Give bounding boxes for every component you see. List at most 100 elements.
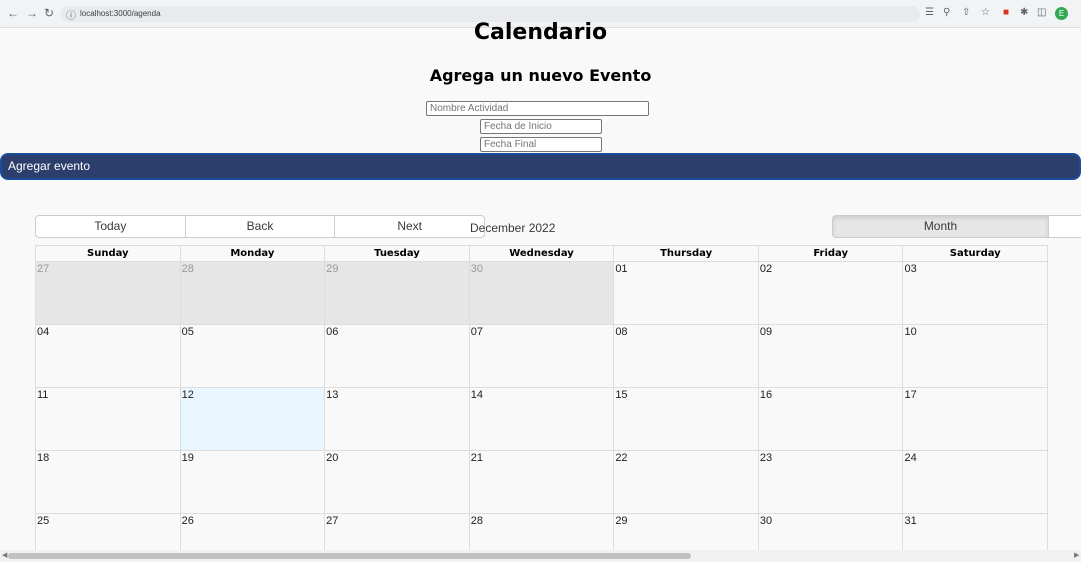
day-cell[interactable]: 21 xyxy=(468,451,614,513)
day-number[interactable]: 29 xyxy=(615,515,627,527)
day-cell[interactable]: 19 xyxy=(179,451,325,513)
day-cell[interactable]: 22 xyxy=(613,451,758,513)
day-cell[interactable]: 20 xyxy=(324,451,469,513)
day-number[interactable]: 16 xyxy=(760,389,772,401)
extension-icon[interactable]: ■ xyxy=(1003,6,1009,20)
day-number[interactable]: 09 xyxy=(760,326,772,338)
day-number[interactable]: 28 xyxy=(471,515,483,527)
translate-icon[interactable]: ☰ xyxy=(925,6,934,20)
day-cell[interactable]: 08 xyxy=(613,325,758,387)
scroll-left-icon[interactable]: ◀ xyxy=(2,551,7,559)
calendar-nav-group: Today Back Next xyxy=(35,215,485,238)
day-cell[interactable]: 23 xyxy=(757,451,903,513)
day-cell[interactable]: 10 xyxy=(902,325,1047,387)
day-cell[interactable]: 18 xyxy=(36,451,180,513)
start-date-input[interactable] xyxy=(480,119,602,134)
bookmark-star-icon[interactable]: ☆ xyxy=(981,6,990,20)
day-cell-today[interactable]: 12 xyxy=(179,388,325,450)
day-cell[interactable]: 29 xyxy=(613,514,758,555)
day-number[interactable]: 30 xyxy=(471,263,483,275)
day-number[interactable]: 30 xyxy=(760,515,772,527)
day-cell[interactable]: 29 xyxy=(324,262,469,324)
scrollbar-thumb[interactable] xyxy=(8,553,691,559)
day-cell[interactable]: 28 xyxy=(468,514,614,555)
day-number[interactable]: 03 xyxy=(904,263,916,275)
share-icon[interactable]: ⇧ xyxy=(962,6,970,20)
forward-arrow-icon[interactable]: → xyxy=(26,6,38,20)
next-button[interactable]: Next xyxy=(335,216,484,237)
day-cell[interactable]: 30 xyxy=(468,262,614,324)
week-row: 27 28 29 30 01 02 03 xyxy=(36,262,1047,325)
day-cell[interactable]: 17 xyxy=(902,388,1047,450)
day-number[interactable]: 26 xyxy=(182,515,194,527)
day-number[interactable]: 18 xyxy=(37,452,49,464)
day-cell[interactable]: 24 xyxy=(902,451,1047,513)
month-view-button[interactable]: Month xyxy=(833,216,1049,237)
day-cell[interactable]: 28 xyxy=(179,262,325,324)
day-number[interactable]: 10 xyxy=(904,326,916,338)
day-number[interactable]: 14 xyxy=(471,389,483,401)
add-event-button[interactable]: Agregar evento xyxy=(0,153,1081,180)
day-number[interactable]: 27 xyxy=(326,515,338,527)
day-cell[interactable]: 31 xyxy=(902,514,1047,555)
day-cell[interactable]: 27 xyxy=(324,514,469,555)
day-cell[interactable]: 25 xyxy=(36,514,180,555)
day-cell[interactable]: 04 xyxy=(36,325,180,387)
day-number[interactable]: 13 xyxy=(326,389,338,401)
day-number[interactable]: 21 xyxy=(471,452,483,464)
day-cell[interactable]: 01 xyxy=(613,262,758,324)
profile-avatar[interactable]: E xyxy=(1055,7,1068,20)
day-number[interactable]: 02 xyxy=(760,263,772,275)
day-number[interactable]: 23 xyxy=(760,452,772,464)
back-button[interactable]: Back xyxy=(186,216,336,237)
day-number[interactable]: 22 xyxy=(615,452,627,464)
day-cell[interactable]: 03 xyxy=(902,262,1047,324)
week-row: 18 19 20 21 22 23 24 xyxy=(36,451,1047,514)
day-number[interactable]: 11 xyxy=(37,389,48,401)
day-number[interactable]: 28 xyxy=(182,263,194,275)
day-cell[interactable]: 02 xyxy=(757,262,903,324)
day-number[interactable]: 12 xyxy=(182,389,194,401)
day-number[interactable]: 04 xyxy=(37,326,49,338)
day-number[interactable]: 08 xyxy=(615,326,627,338)
day-cell[interactable]: 27 xyxy=(36,262,180,324)
day-number[interactable]: 01 xyxy=(615,263,627,275)
today-button[interactable]: Today xyxy=(36,216,186,237)
day-number[interactable]: 20 xyxy=(326,452,338,464)
end-date-input[interactable] xyxy=(480,137,602,152)
day-cell[interactable]: 11 xyxy=(36,388,180,450)
day-cell[interactable]: 26 xyxy=(179,514,325,555)
day-number[interactable]: 24 xyxy=(904,452,916,464)
weekday-header-thursday: Thursday xyxy=(613,246,758,261)
horizontal-scrollbar[interactable]: ◀ ▶ xyxy=(0,550,1081,562)
day-number[interactable]: 31 xyxy=(904,515,916,527)
day-cell[interactable]: 09 xyxy=(757,325,903,387)
day-number[interactable]: 05 xyxy=(182,326,194,338)
zoom-icon[interactable]: ⚲ xyxy=(943,6,950,20)
page-title: Calendario xyxy=(473,20,608,45)
day-number[interactable]: 19 xyxy=(182,452,194,464)
weekday-header-saturday: Saturday xyxy=(902,246,1047,261)
day-number[interactable]: 17 xyxy=(904,389,916,401)
day-number[interactable]: 27 xyxy=(37,263,49,275)
reload-icon[interactable]: ↻ xyxy=(44,6,54,20)
day-cell[interactable]: 06 xyxy=(324,325,469,387)
day-number[interactable]: 29 xyxy=(326,263,338,275)
day-cell[interactable]: 05 xyxy=(179,325,325,387)
day-number[interactable]: 07 xyxy=(471,326,483,338)
day-cell[interactable]: 14 xyxy=(468,388,614,450)
day-cell[interactable]: 15 xyxy=(613,388,758,450)
side-panel-icon[interactable]: ◫ xyxy=(1037,6,1046,20)
day-cell[interactable]: 07 xyxy=(468,325,614,387)
day-number[interactable]: 06 xyxy=(326,326,338,338)
weekday-header-tuesday: Tuesday xyxy=(324,246,469,261)
activity-name-input[interactable] xyxy=(426,101,649,116)
day-cell[interactable]: 13 xyxy=(324,388,469,450)
extensions-puzzle-icon[interactable]: ✱ xyxy=(1020,6,1028,20)
day-number[interactable]: 15 xyxy=(615,389,627,401)
back-arrow-icon[interactable]: ← xyxy=(7,6,19,20)
day-cell[interactable]: 30 xyxy=(757,514,903,555)
day-cell[interactable]: 16 xyxy=(757,388,903,450)
scroll-right-icon[interactable]: ▶ xyxy=(1074,551,1079,559)
day-number[interactable]: 25 xyxy=(37,515,49,527)
